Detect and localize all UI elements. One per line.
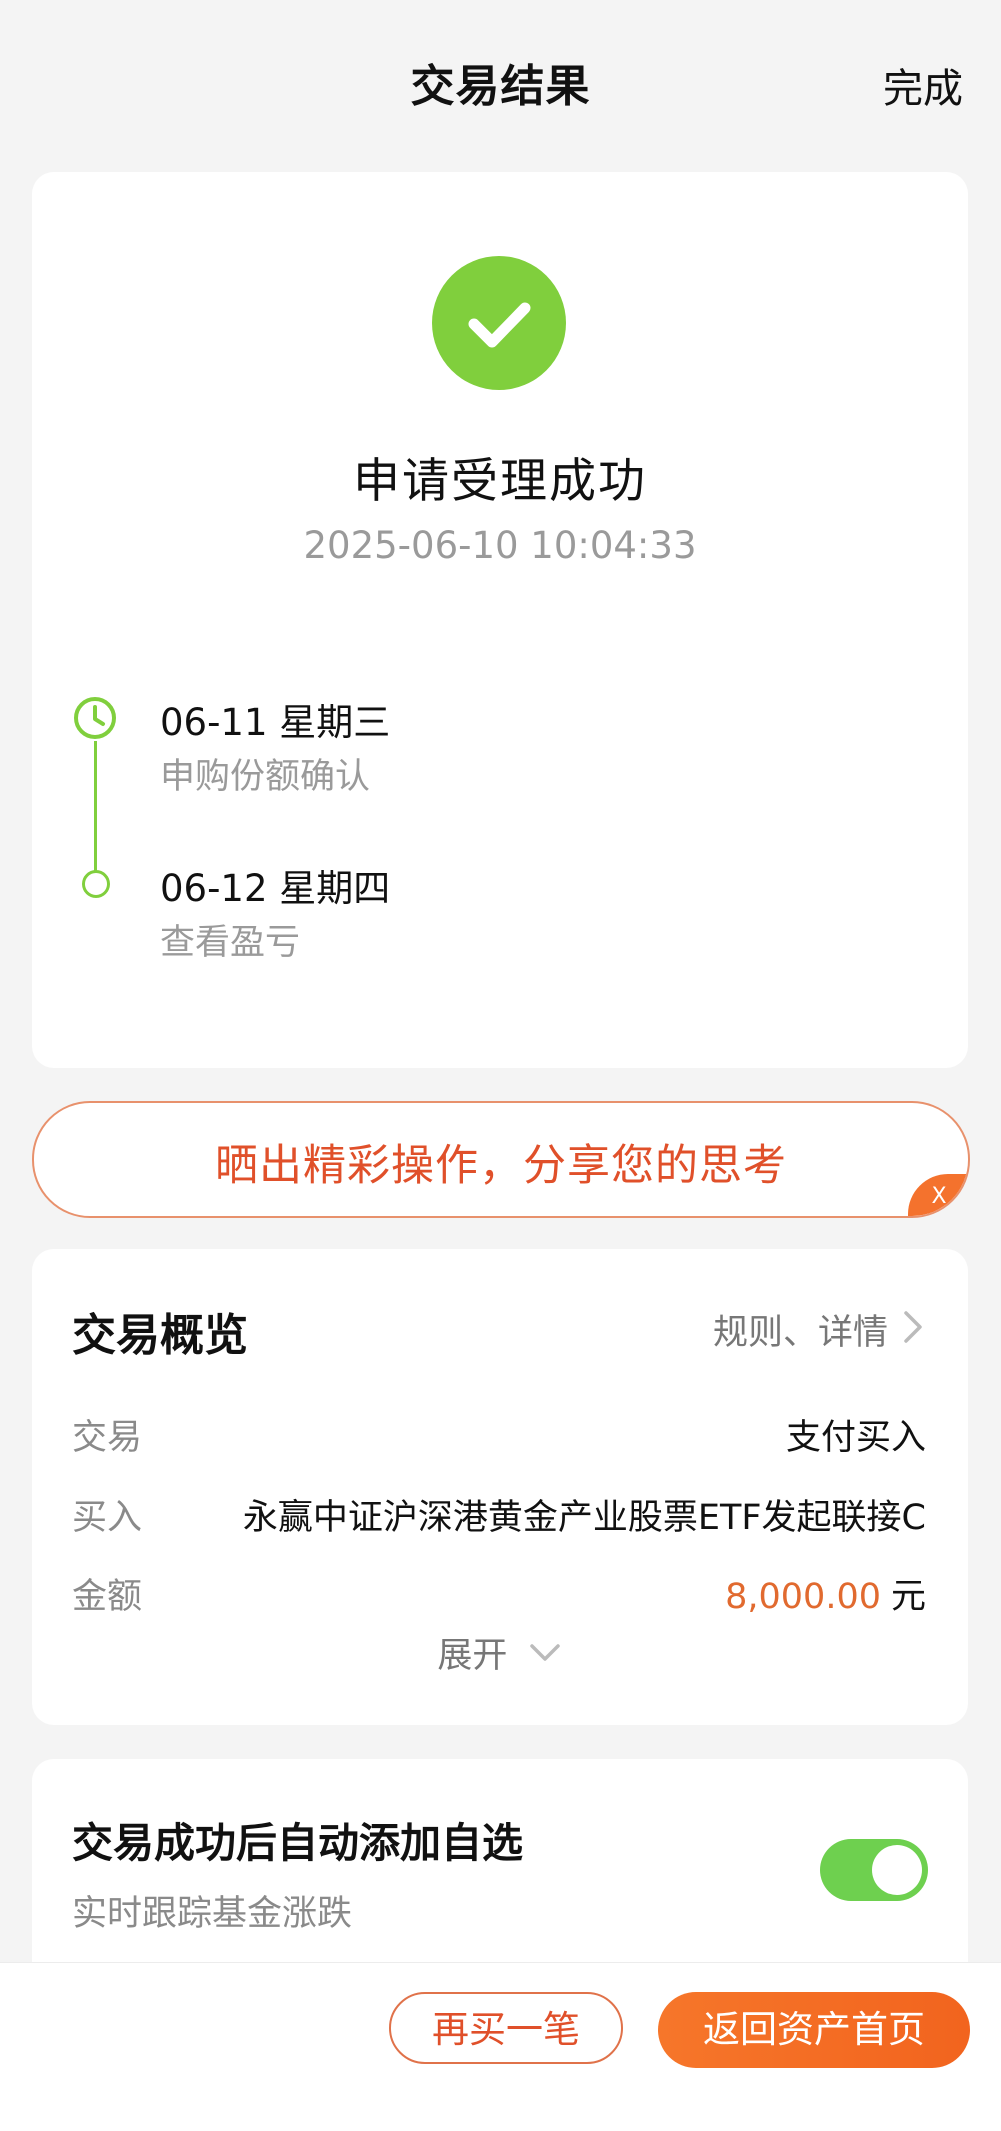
back-to-assets-button[interactable]: 返回资产首页 [658,1992,970,2068]
timeline-date-2: 06-12 星期四 [160,867,391,910]
share-banner-text: 晒出精彩操作，分享您的思考 [215,1141,787,1191]
overview-row-label: 买入 [72,1498,143,1538]
rules-details-link[interactable]: 规则、详情 [713,1304,888,1355]
chevron-down-icon [527,1633,563,1673]
trade-overview-card: 交易概览 规则、详情 交易 支付买入 买入 永赢中证沪深港黄金产业股票ETF发起… [32,1249,968,1725]
result-timestamp: 2025-06-10 10:04:33 [303,524,697,567]
overview-row-label: 金额 [72,1577,143,1617]
circle-dot-icon [82,870,110,898]
overview-row-value: 支付买入 [785,1418,926,1458]
result-status-title: 申请受理成功 [353,454,647,509]
auto-add-subtitle: 实时跟踪基金涨跌 [72,1894,353,1934]
result-card: 申请受理成功 2025-06-10 10:04:33 06-11 星期三 申购份… [32,172,968,1068]
share-banner[interactable]: 晒出精彩操作，分享您的思考 X [32,1101,970,1218]
chevron-right-icon[interactable] [898,1307,928,1347]
amount-value: 8,000.00 元 [725,1568,926,1619]
clock-icon [72,695,118,741]
overview-row-label: 交易 [72,1418,143,1458]
buy-again-button[interactable]: 再买一笔 [389,1992,623,2064]
amount-number: 8,000.00 [725,1577,881,1617]
check-circle-icon [432,256,566,390]
trade-result-page: 交易结果 完成 申请受理成功 2025-06-10 10:04:33 06-11… [0,0,1001,2131]
timeline-desc-2: 查看盈亏 [160,923,301,963]
overview-title: 交易概览 [72,1310,248,1361]
toggle-knob [872,1845,922,1895]
expand-label: 展开 [437,1636,508,1676]
auto-add-toggle[interactable] [820,1839,928,1901]
expand-button[interactable]: 展开 [32,1627,968,1678]
amount-unit: 元 [890,1577,926,1617]
timeline-line [94,732,97,882]
header: 交易结果 完成 [0,0,1001,165]
fund-name: 永赢中证沪深港黄金产业股票ETF发起联接C [242,1498,926,1538]
done-button[interactable]: 完成 [883,56,963,114]
timeline-date-1: 06-11 星期三 [160,701,391,744]
auto-add-title: 交易成功后自动添加自选 [72,1819,523,1867]
timeline-desc-1: 申购份额确认 [160,757,371,797]
page-title: 交易结果 [410,61,591,112]
bottom-action-bar: 再买一笔 返回资产首页 [0,1962,1001,2131]
